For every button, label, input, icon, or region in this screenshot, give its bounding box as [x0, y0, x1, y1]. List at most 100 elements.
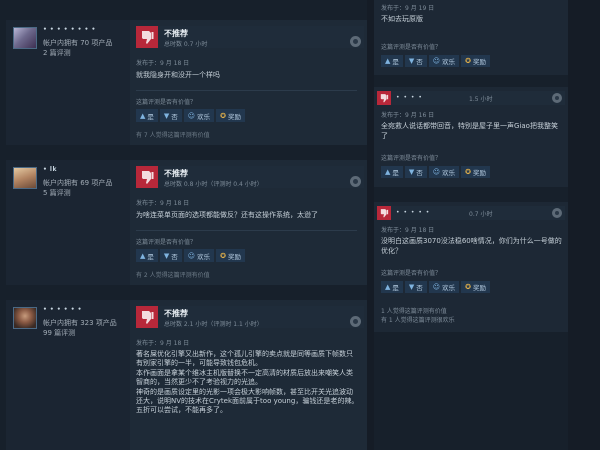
- review-count[interactable]: 5 篇评测: [43, 188, 71, 198]
- vote-funny-button[interactable]: ☺ 欢乐: [428, 55, 460, 67]
- review-verdict: 不推荐: [164, 169, 188, 178]
- vote-no-button[interactable]: ▼ 否: [159, 109, 182, 122]
- posted-date: 发布于：9 月 18 日: [136, 340, 190, 347]
- review-paragraph: 神奇的是画质设定里的光影一项会极大影响帧数，甚至比开关光追波动还大，说明NV的技…: [136, 387, 359, 406]
- award-button[interactable]: ✪ 奖励: [216, 109, 245, 122]
- product-count: 帐户内拥有 70 项产品: [43, 39, 113, 47]
- posted-date: 发布于：9 月 16 日: [381, 112, 435, 119]
- review-paragraph: 不如去玩原版: [381, 15, 423, 23]
- posted-date: 发布于：9 月 18 日: [136, 60, 190, 67]
- column-gap: [367, 0, 374, 450]
- award-icon: ✪: [465, 168, 471, 176]
- review-count[interactable]: 99 篇评测: [43, 328, 75, 338]
- product-count: 帐户内拥有 323 项产品: [43, 319, 117, 327]
- posted-date: 发布于：9 月 19 日: [381, 5, 435, 12]
- helpful-question: 这篇评测是否有价值？: [381, 155, 442, 162]
- author-name[interactable]: • • • • • •: [43, 306, 123, 312]
- award-button[interactable]: ✪ 奖励: [461, 55, 490, 67]
- review-paragraph: 就我隐身开和没开一个样吗: [136, 71, 220, 79]
- review-vote-header[interactable]: 不推荐 总时数 2.1 小时（评测时 1.1 小时）: [136, 306, 364, 328]
- vote-buttons: ▲ 是 ▼ 否 ☺ 欢乐 ✪ 奖励: [381, 166, 490, 178]
- vote-yes-button[interactable]: ▲ 是: [136, 249, 158, 262]
- review-paragraph: 为啥连菜单页面的选项都能做反？还有这操作系统，太逊了: [136, 211, 318, 219]
- review-body: 不推荐 总时数 0.8 小时（评测时 0.4 小时） 发布于：9 月 18 日 …: [130, 160, 367, 285]
- vote-no-button[interactable]: ▼ 否: [404, 55, 427, 67]
- thumbs-down-icon: [377, 206, 391, 220]
- funny-count: 有 1 人觉得这篇评测很欢乐: [381, 317, 455, 324]
- thumbs-up-icon: ▲: [385, 57, 391, 65]
- review-vote-header[interactable]: 不推荐 总时数 0.8 小时（评测时 0.4 小时）: [136, 166, 364, 188]
- review-text: 没明白这画质3070没法稳60啥情况，你们为什么一号做的优化？: [381, 237, 562, 256]
- divider: [136, 230, 357, 231]
- thumbs-up-icon: ▲: [140, 111, 146, 120]
- award-button[interactable]: ✪ 奖励: [461, 281, 490, 293]
- thumbs-up-icon: ▲: [385, 283, 391, 291]
- review-paragraph: 全宛救人说话都带回音，特别是屋子里一声Giao把我整笑了: [381, 122, 558, 140]
- steam-icon: [552, 208, 562, 218]
- playtime: 总时数 2.1 小时（评测时 1.1 小时）: [164, 321, 263, 328]
- author-name[interactable]: • lk: [43, 166, 123, 172]
- vote-no-button[interactable]: ▼ 否: [404, 281, 427, 293]
- vote-yes-button[interactable]: ▲ 是: [381, 166, 403, 178]
- author-name[interactable]: • • • • •: [396, 209, 430, 216]
- review-text: 就我隐身开和没开一个样吗: [136, 71, 359, 80]
- vote-yes-button[interactable]: ▲ 是: [381, 55, 403, 67]
- column-gap: [568, 0, 600, 450]
- steam-icon: [350, 36, 361, 47]
- vote-funny-button[interactable]: ☺ 欢乐: [183, 249, 215, 262]
- avatar[interactable]: [13, 167, 37, 189]
- vote-yes-button[interactable]: ▲ 是: [136, 109, 158, 122]
- helpful-count: 1 人觉得这篇评测有价值: [381, 308, 447, 315]
- laugh-icon: ☺: [432, 283, 441, 291]
- review-author: • lk 帐户内拥有 69 项产品 5 篇评测: [6, 160, 130, 285]
- avatar[interactable]: [13, 307, 37, 329]
- helpful-question: 这篇评测是否有价值？: [136, 239, 197, 246]
- thumbs-up-icon: ▲: [385, 168, 391, 176]
- avatar[interactable]: [13, 27, 37, 49]
- helpful-question: 这篇评测是否有价值？: [381, 270, 442, 277]
- helpful-count: 有 2 人觉得这篇评测有价值: [136, 272, 210, 279]
- steam-icon: [350, 316, 361, 327]
- laugh-icon: ☺: [432, 57, 441, 65]
- review-author: • • • • • • 帐户内拥有 323 项产品 99 篇评测: [6, 300, 130, 450]
- thumbs-down-icon: ▼: [408, 168, 415, 176]
- posted-date: 发布于：9 月 18 日: [136, 200, 190, 207]
- side-review-card: 发布于：9 月 19 日 不如去玩原版 这篇评测是否有价值？ ▲ 是 ▼ 否 ☺ 欢乐…: [374, 0, 568, 75]
- thumbs-down-icon: ▼: [163, 111, 170, 120]
- review-text: 全宛救人说话都带回音，特别是屋子里一声Giao把我整笑了: [381, 122, 562, 141]
- award-icon: ✪: [465, 57, 471, 65]
- thumbs-down-icon: [136, 26, 158, 48]
- thumbs-down-icon: ▼: [408, 57, 415, 65]
- review-list: • • • • • • • • 帐户内拥有 70 项产品 2 篇评测 不推荐 总…: [0, 0, 367, 450]
- laugh-icon: ☺: [432, 168, 441, 176]
- review-vote-header[interactable]: • • • • • 0.7 小时: [377, 206, 565, 220]
- playtime: 1.5 小时: [469, 96, 493, 103]
- review-vote-header[interactable]: 不推荐 总时数 0.7 小时: [136, 26, 364, 48]
- award-button[interactable]: ✪ 奖励: [461, 166, 490, 178]
- review-paragraph: 著名屎优化引擎又出新作，这个孤儿引擎的卖点就是同等画质下帧数只有别家引擎的一半，…: [136, 350, 353, 368]
- review-text: 为啥连菜单页面的选项都能做反？还有这操作系统，太逊了: [136, 211, 359, 220]
- vote-buttons: ▲ 是 ▼ 否 ☺ 欢乐 ✪ 奖励: [136, 109, 245, 122]
- review-paragraph: 五折可以尝试，不能再多了。: [136, 406, 227, 415]
- review-body: 不推荐 总时数 0.7 小时 发布于：9 月 18 日 就我隐身开和没开一个样吗…: [130, 20, 367, 145]
- divider: [136, 90, 357, 91]
- playtime: 总时数 0.7 小时: [164, 41, 208, 48]
- review-body: 不推荐 总时数 2.1 小时（评测时 1.1 小时） 发布于：9 月 18 日 …: [130, 300, 367, 450]
- author-name[interactable]: • • • • • • • •: [43, 26, 123, 32]
- vote-yes-button[interactable]: ▲ 是: [381, 281, 403, 293]
- review-vote-header[interactable]: • • • • 1.5 小时: [377, 91, 565, 105]
- vote-buttons: ▲ 是 ▼ 否 ☺ 欢乐 ✪ 奖励: [381, 55, 490, 67]
- author-name[interactable]: • • • •: [396, 94, 423, 101]
- vote-funny-button[interactable]: ☺ 欢乐: [428, 281, 460, 293]
- side-review-card: • • • • • 0.7 小时 发布于：9 月 18 日 没明白这画质3070…: [374, 202, 568, 332]
- vote-no-button[interactable]: ▼ 否: [159, 249, 182, 262]
- vote-no-button[interactable]: ▼ 否: [404, 166, 427, 178]
- review-count[interactable]: 2 篇评测: [43, 48, 71, 58]
- side-review-list: 发布于：9 月 19 日 不如去玩原版 这篇评测是否有价值？ ▲ 是 ▼ 否 ☺ 欢乐…: [374, 0, 568, 450]
- award-icon: ✪: [465, 283, 471, 291]
- vote-funny-button[interactable]: ☺ 欢乐: [183, 109, 215, 122]
- award-button[interactable]: ✪ 奖励: [216, 249, 245, 262]
- helpful-question: 这篇评测是否有价值？: [381, 44, 442, 51]
- vote-funny-button[interactable]: ☺ 欢乐: [428, 166, 460, 178]
- laugh-icon: ☺: [187, 251, 196, 260]
